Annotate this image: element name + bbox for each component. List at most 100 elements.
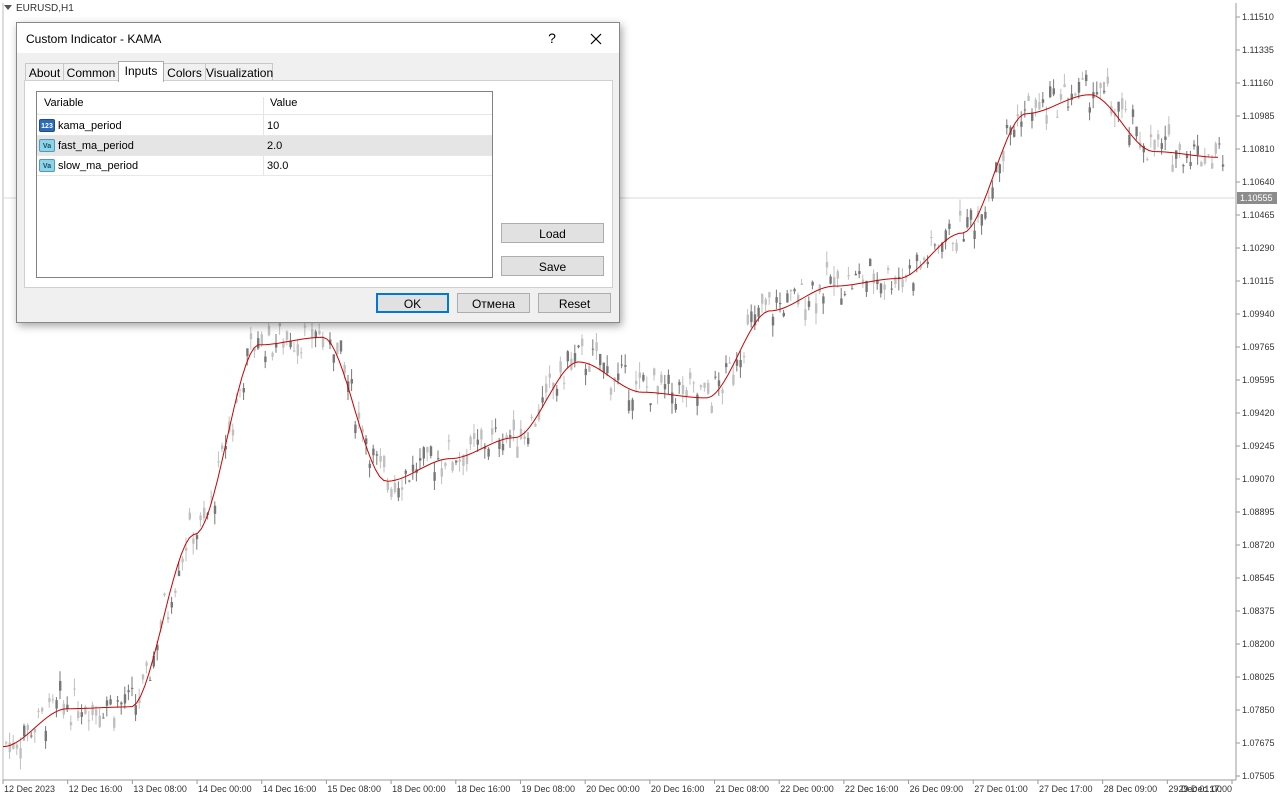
candle-body xyxy=(638,372,641,379)
candle-body xyxy=(1157,134,1160,140)
candle-body xyxy=(1106,76,1109,84)
candle-body xyxy=(955,242,958,251)
candle-body xyxy=(1088,107,1091,113)
candle-body xyxy=(177,570,181,576)
candle-body xyxy=(1200,162,1203,167)
column-value[interactable]: Value xyxy=(270,97,297,109)
candle-body xyxy=(1182,165,1185,167)
candle-body xyxy=(775,297,778,303)
candle-body xyxy=(123,694,127,704)
candle-body xyxy=(127,690,130,693)
input-row-kama-period[interactable]: 123 kama_period 10 xyxy=(37,116,492,136)
candle-body xyxy=(260,334,263,346)
candle-body xyxy=(901,279,904,287)
candle-body xyxy=(699,385,703,388)
candle-body xyxy=(635,380,638,385)
candle-body xyxy=(797,294,800,305)
close-icon xyxy=(590,33,602,45)
candle-body xyxy=(192,538,195,544)
candle-body xyxy=(264,356,267,363)
candle-body xyxy=(199,515,202,521)
candle-body xyxy=(246,348,249,356)
candle-body xyxy=(15,744,19,749)
load-button[interactable]: Load xyxy=(501,223,604,243)
candle-body xyxy=(303,325,307,328)
input-row-fast-ma-period[interactable]: Va fast_ma_period 2.0 xyxy=(37,136,492,156)
candle-body xyxy=(487,448,490,457)
candle-body xyxy=(829,276,832,284)
candle-body xyxy=(221,445,224,450)
candle-body xyxy=(354,424,357,434)
candle-body xyxy=(109,699,112,705)
column-variable[interactable]: Variable xyxy=(44,97,84,109)
input-row-slow-ma-period[interactable]: Va slow_ma_period 30.0 xyxy=(37,156,492,176)
tab-common[interactable]: Common xyxy=(63,63,119,81)
candle-body xyxy=(800,283,803,285)
price-level-label: 1.08200 xyxy=(1242,639,1275,649)
price-level-label: 1.11160 xyxy=(1242,78,1273,88)
dropdown-triangle-icon xyxy=(4,5,12,10)
candle-body xyxy=(656,386,659,396)
candle-body xyxy=(55,700,58,709)
time-label: 26 Dec 09:00 xyxy=(910,784,964,794)
candle-body xyxy=(678,382,681,386)
help-button[interactable]: ? xyxy=(537,23,567,53)
tab-colors[interactable]: Colors xyxy=(163,63,206,81)
price-level-label: 1.08720 xyxy=(1242,540,1275,550)
candle-body xyxy=(674,403,677,410)
tab-inputs[interactable]: Inputs xyxy=(118,61,164,82)
cancel-button[interactable]: Отмена xyxy=(457,293,530,313)
candle-body xyxy=(372,448,375,456)
dialog-titlebar[interactable]: Custom Indicator - KAMA ? xyxy=(17,23,619,53)
candle-body xyxy=(1052,88,1055,95)
candle-body xyxy=(591,348,595,350)
price-level-label: 1.09070 xyxy=(1242,474,1275,484)
candle-body xyxy=(822,296,825,304)
price-level-label: 1.08025 xyxy=(1242,672,1275,682)
price-level-label: 1.09420 xyxy=(1242,408,1275,418)
save-button[interactable]: Save xyxy=(501,256,604,276)
candle-body xyxy=(455,460,458,463)
tab-about[interactable]: About xyxy=(25,63,64,81)
time-label: 27 Dec 01:00 xyxy=(974,784,1028,794)
candle-body xyxy=(80,712,83,717)
candle-body xyxy=(1128,134,1131,146)
candle-body xyxy=(458,459,461,462)
inputs-list[interactable]: Variable Value 123 kama_period 10 Va fas… xyxy=(36,91,493,278)
candle-body xyxy=(77,711,80,718)
time-label: 19 Dec 08:00 xyxy=(521,784,575,794)
variable-value[interactable]: 30.0 xyxy=(267,160,288,172)
price-level-label: 1.10290 xyxy=(1242,243,1275,253)
candle-body xyxy=(980,214,983,226)
time-label: 15 Dec 08:00 xyxy=(327,784,381,794)
candle-body xyxy=(390,488,393,497)
candle-body xyxy=(541,397,544,403)
candle-body xyxy=(98,715,101,728)
candle-body xyxy=(1020,121,1023,127)
candle-body xyxy=(300,352,303,354)
candle-body xyxy=(23,725,26,737)
candle-body xyxy=(1211,163,1214,169)
candle-body xyxy=(1077,82,1081,93)
variable-value[interactable]: 10 xyxy=(267,120,279,132)
tab-visualization[interactable]: Visualization xyxy=(205,63,273,81)
candle-body xyxy=(761,294,764,304)
candle-body xyxy=(249,333,253,340)
symbol-text: EURUSD,H1 xyxy=(16,3,74,14)
variable-value[interactable]: 2.0 xyxy=(267,140,282,152)
candle-body xyxy=(825,261,829,268)
candle-body xyxy=(393,482,397,492)
candle-body xyxy=(1085,74,1088,82)
reset-button[interactable]: Reset xyxy=(538,293,611,313)
candle-body xyxy=(397,488,400,498)
close-button[interactable] xyxy=(581,23,611,53)
ok-button[interactable]: OK xyxy=(376,293,449,313)
candle-body xyxy=(735,359,739,366)
candle-body xyxy=(609,388,613,395)
candle-body xyxy=(782,312,785,317)
symbol-label[interactable]: EURUSD,H1 xyxy=(4,3,74,14)
candle-body xyxy=(1045,115,1048,124)
candle-body xyxy=(451,462,454,471)
time-label: 21 Dec 08:00 xyxy=(716,784,770,794)
candle-body xyxy=(912,283,915,291)
